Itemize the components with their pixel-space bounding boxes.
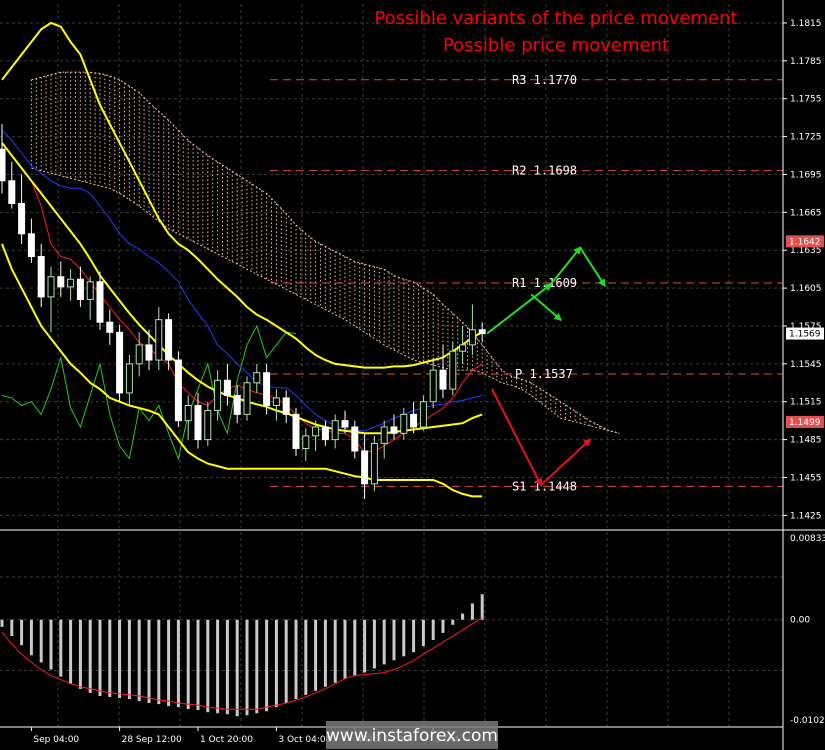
price-tick-label: 1.1485 [790,436,822,446]
candle-bull [155,319,163,361]
time-tick-label: Sep 04:00 [33,735,79,745]
candle-bear [18,202,26,235]
candle-bull [47,276,55,298]
candle-bull [459,344,467,352]
time-tick-label: 3 Oct 04:00 [278,735,331,745]
price-tick-label: 1.1635 [790,246,822,256]
candle-bear [106,321,114,333]
pivot-label: R3 1.1770 [512,73,577,87]
candle-bear [145,344,153,361]
price-tick-label: 1.1515 [790,398,822,408]
watermark: www.instaforex.com [326,721,498,749]
candle-bull [135,344,143,365]
candle-bear [174,359,182,422]
candle-bull [331,420,339,441]
candle-bear [223,379,231,396]
price-marker-label: 1.1569 [789,330,821,340]
pivot-label: R2 1.1698 [512,164,577,178]
price-tick-label: 1.1815 [790,19,822,29]
candle-bear [341,420,349,428]
candle-bull [419,401,427,428]
candle-bear [390,426,398,434]
oscillator-tick-label: 0.00 [790,616,810,626]
price-tick-label: 1.1695 [790,170,822,180]
price-tick-label: 1.1455 [790,473,822,483]
watermark-text: www.instaforex.com [326,726,498,746]
candle-bear [410,413,418,428]
price-tick-label: 1.1785 [790,57,822,67]
candle-bear [8,180,16,204]
time-tick-label: 28 Sep 12:00 [122,735,182,745]
candle-bull [243,382,251,415]
candle-bull [67,278,75,288]
price-tick-label: 1.1605 [790,284,822,294]
price-marker-label: 1.1642 [789,237,821,247]
candle-bull [204,410,212,441]
pivot-label: P 1.1537 [515,367,573,381]
candle-bull [312,426,320,437]
price-marker-label: 1.1499 [789,418,821,428]
candle-bull [272,397,280,407]
candle-bear [439,369,447,390]
candle-bull [302,435,310,449]
candle-bear [351,426,359,452]
candle-bear [96,281,104,323]
candle-bull [253,372,261,384]
candle-bull [468,329,476,346]
candle-bull [400,413,408,434]
price-tick-label: 1.1665 [790,208,822,218]
candle-bull [380,426,388,444]
candle-bear [361,450,369,485]
candle-bull [125,363,133,394]
candle-bear [194,405,202,441]
candle-bull [184,405,192,422]
candle-bear [321,426,329,441]
trading-chart: R3 1.1770R2 1.1698R1 1.1609P 1.1537S1 1.… [0,0,825,750]
candle-bear [0,148,6,182]
oscillator-tick-label: 0.00833 [790,534,825,544]
candle-bull [429,369,437,403]
candle-bull [214,379,222,412]
title-line-1: Possible variants of the price movement [374,8,737,29]
candle-bull [86,281,94,300]
oscillator-tick-label: -0.01026 [790,716,825,726]
candle-bear [292,413,300,449]
price-tick-label: 1.1755 [790,95,822,105]
candle-bear [263,372,271,407]
candle-bear [478,329,486,335]
candle-bear [282,397,290,415]
candle-bear [37,256,45,298]
candle-bull [370,442,378,485]
candle-bear [165,319,173,361]
candle-bear [57,276,65,288]
title-line-2: Possible price movement [443,35,669,56]
candle-bear [116,331,124,394]
candle-bear [76,278,84,300]
price-tick-label: 1.1545 [790,360,822,370]
candle-bear [27,233,35,258]
candle-bear [233,394,241,415]
price-tick-label: 1.1725 [790,133,822,143]
price-tick-label: 1.1425 [790,511,822,521]
candle-bull [449,350,457,390]
time-tick-label: 1 Oct 20:00 [200,735,253,745]
